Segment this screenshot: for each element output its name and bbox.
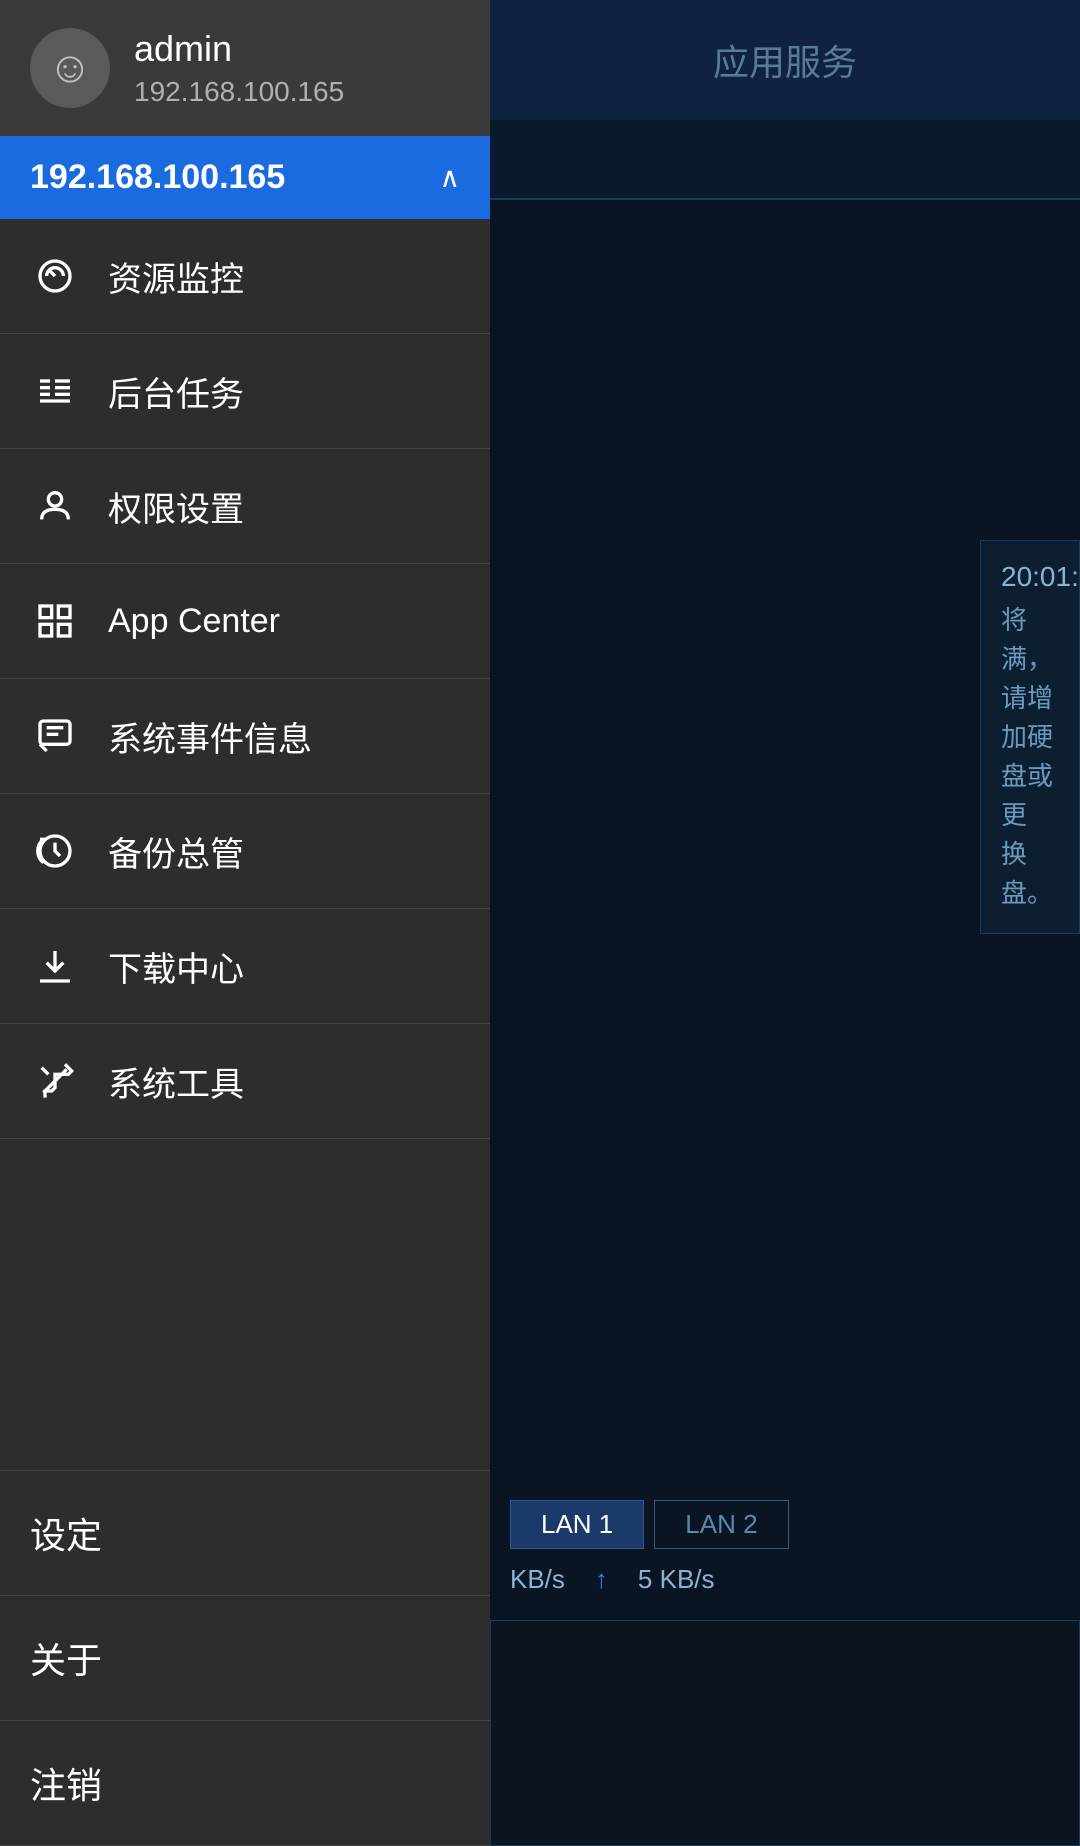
sidebar-item-resource-monitor[interactable]: 资源监控 bbox=[0, 219, 490, 334]
user-info: admin 192.168.100.165 bbox=[134, 28, 344, 108]
bg-upload-stat: 5 KB/s bbox=[638, 1564, 715, 1595]
ip-selector-text: 192.168.100.165 bbox=[30, 158, 285, 197]
sidebar-item-label-backup-manager: 备份总管 bbox=[108, 827, 244, 876]
bg-lan2-tab[interactable]: LAN 2 bbox=[654, 1500, 788, 1549]
sidebar-item-label-logout: 注销 bbox=[30, 1765, 102, 1806]
avatar: ☺ bbox=[30, 28, 110, 108]
chevron-up-icon: ∧ bbox=[440, 161, 461, 194]
bg-header-title: 应用服务 bbox=[713, 34, 857, 86]
bg-alert-text: 将满，请增加硬盘或更换盘。 bbox=[1001, 601, 1059, 913]
tools-icon bbox=[30, 1056, 80, 1106]
bg-alert-time: 20:01:52 bbox=[1001, 561, 1059, 593]
sidebar-item-permissions[interactable]: 权限设置 bbox=[0, 449, 490, 564]
sidebar-item-logout[interactable]: 注销 bbox=[0, 1721, 490, 1846]
sidebar-item-backup-manager[interactable]: 备份总管 bbox=[0, 794, 490, 909]
ip-selector[interactable]: 192.168.100.165 ∧ bbox=[0, 136, 490, 219]
user-header: ☺ admin 192.168.100.165 bbox=[0, 0, 490, 136]
menu-bottom: 设定 关于 注销 bbox=[0, 1470, 490, 1846]
bg-network-section: LAN 1 LAN 2 KB/s ↑ 5 KB/s bbox=[490, 1480, 1080, 1615]
sidebar-item-label-resource-monitor: 资源监控 bbox=[108, 252, 244, 301]
bg-lan1-tab[interactable]: LAN 1 bbox=[510, 1500, 644, 1549]
sidebar-item-system-tools[interactable]: 系统工具 bbox=[0, 1024, 490, 1139]
sidebar-item-system-events[interactable]: 系统事件信息 bbox=[0, 679, 490, 794]
sidebar-item-background-tasks[interactable]: 后台任务 bbox=[0, 334, 490, 449]
sidebar-item-label-download-center: 下载中心 bbox=[108, 942, 244, 991]
sidebar-item-label-permissions: 权限设置 bbox=[108, 482, 244, 531]
username: admin bbox=[134, 28, 344, 70]
sidebar-item-settings[interactable]: 设定 bbox=[0, 1471, 490, 1596]
bg-graph-area bbox=[490, 1620, 1080, 1846]
grid-icon bbox=[30, 596, 80, 646]
download-icon bbox=[30, 941, 80, 991]
user-icon bbox=[30, 481, 80, 531]
user-ip: 192.168.100.165 bbox=[134, 76, 344, 108]
bg-header: 应用服务 bbox=[490, 0, 1080, 120]
message-icon bbox=[30, 711, 80, 761]
bg-lan-tabs: LAN 1 LAN 2 bbox=[510, 1500, 1060, 1549]
sidebar-item-label-background-tasks: 后台任务 bbox=[108, 367, 244, 416]
sidebar-item-label-about: 关于 bbox=[30, 1640, 102, 1681]
sidebar-item-label-app-center: App Center bbox=[108, 602, 280, 641]
bg-tab-bar bbox=[490, 120, 1080, 200]
sidebar-item-about[interactable]: 关于 bbox=[0, 1596, 490, 1721]
sidebar-item-download-center[interactable]: 下载中心 bbox=[0, 909, 490, 1024]
gauge-icon bbox=[30, 251, 80, 301]
sidebar-item-label-settings: 设定 bbox=[30, 1515, 102, 1556]
bg-download-stat: KB/s bbox=[510, 1564, 565, 1595]
sidebar-overlay: ☺ admin 192.168.100.165 192.168.100.165 … bbox=[0, 0, 490, 1846]
backup-icon bbox=[30, 826, 80, 876]
sidebar-item-label-system-events: 系统事件信息 bbox=[108, 712, 312, 761]
tasks-icon bbox=[30, 366, 80, 416]
bg-network-stats: KB/s ↑ 5 KB/s bbox=[510, 1564, 1060, 1595]
menu-list: 资源监控 后台任务 bbox=[0, 219, 490, 1470]
user-icon: ☺ bbox=[48, 43, 93, 93]
sidebar-item-label-system-tools: 系统工具 bbox=[108, 1057, 244, 1106]
bg-upload-icon: ↑ bbox=[595, 1564, 608, 1595]
sidebar-item-app-center[interactable]: App Center bbox=[0, 564, 490, 679]
bg-alert: 20:01:52 将满，请增加硬盘或更换盘。 bbox=[980, 540, 1080, 934]
